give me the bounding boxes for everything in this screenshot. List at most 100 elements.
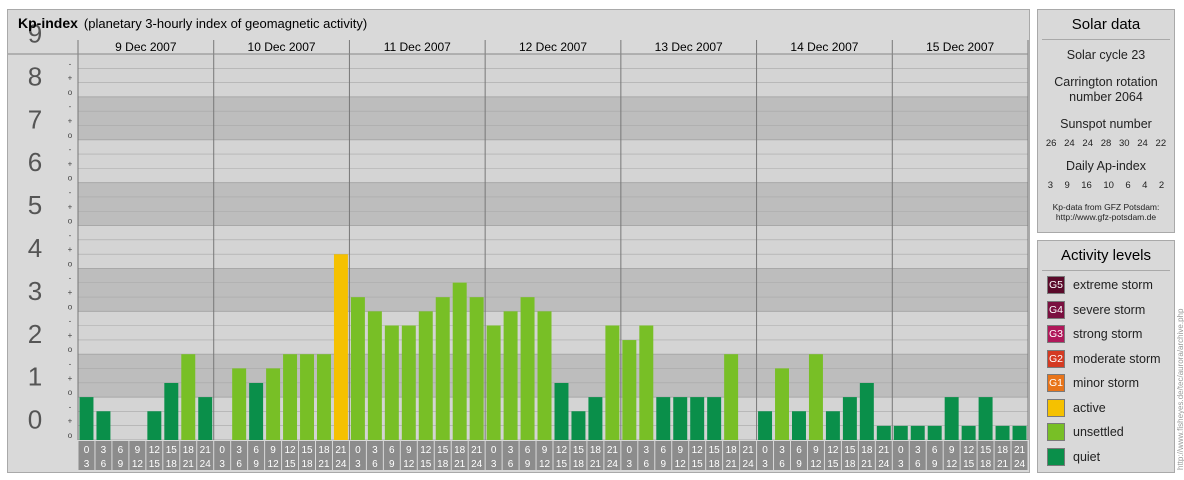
day-label: 15 Dec 2007 [926, 40, 994, 54]
interval-start-label: 12 [149, 445, 161, 456]
y-subtick-label: + [68, 374, 73, 383]
kp-bar [367, 311, 382, 440]
interval-end-label: 3 [219, 459, 225, 470]
interval-end-label: 12 [268, 459, 280, 470]
solar-data-title: Solar data [1042, 14, 1170, 40]
interval-end-label: 3 [84, 459, 90, 470]
kp-bar [147, 411, 162, 440]
chart-subtitle: (planetary 3-hourly index of geomagnetic… [83, 16, 368, 31]
interval-start-label: 18 [183, 445, 195, 456]
kp-bar [418, 311, 433, 440]
legend-swatch [1047, 398, 1065, 417]
kp-band [78, 182, 1028, 226]
day-label: 10 Dec 2007 [248, 40, 316, 54]
interval-start-label: 9 [406, 445, 412, 456]
interval-end-label: 6 [644, 459, 650, 470]
kp-bar [792, 411, 806, 440]
solar-cycle: Solar cycle 23 [1066, 48, 1146, 62]
interval-end-label: 9 [932, 459, 938, 470]
kp-bar [317, 354, 331, 440]
interval-end-label: 18 [166, 459, 178, 470]
interval-end-label: 24 [878, 459, 890, 470]
interval-end-label: 15 [556, 459, 568, 470]
interval-start-label: 15 [980, 445, 992, 456]
interval-start-label: 12 [827, 445, 839, 456]
legend-label: extreme storm [1073, 278, 1153, 292]
sunspot-value: 30 [1118, 138, 1130, 149]
interval-start-label: 3 [101, 445, 107, 456]
kp-bar [232, 368, 247, 440]
interval-end-label: 6 [508, 459, 514, 470]
interval-end-label: 21 [590, 459, 602, 470]
carrington-rotation: Carrington rotation number 2064 [1054, 75, 1158, 104]
interval-end-label: 15 [692, 459, 704, 470]
kp-bar [690, 397, 705, 440]
interval-start-label: 21 [607, 445, 619, 456]
interval-start-label: 6 [932, 445, 938, 456]
interval-start-label: 21 [1014, 445, 1026, 456]
kp-bar [469, 297, 484, 440]
kp-bar [910, 425, 925, 440]
y-subtick-label: - [69, 402, 72, 411]
kp-bar [181, 354, 196, 440]
kp-band [78, 54, 1028, 97]
legend-g2: G2 moderate storm [1047, 349, 1161, 368]
ap-index-values: 3 9 16 10 6 4 2 [1038, 180, 1174, 191]
activity-levels-title: Activity levels [1042, 245, 1170, 271]
interval-end-label: 18 [437, 459, 449, 470]
y-subtick-label: + [68, 245, 73, 254]
day-label: 13 Dec 2007 [655, 40, 723, 54]
interval-start-label: 18 [590, 445, 602, 456]
interval-start-label: 0 [355, 445, 361, 456]
kp-bar [452, 282, 467, 440]
interval-start-label: 6 [660, 445, 666, 456]
y-tick-label: 7 [28, 104, 42, 134]
interval-start-label: 6 [118, 445, 124, 456]
y-subtick-label: + [68, 74, 73, 83]
kp-bar [876, 425, 891, 440]
legend-g5: G5 extreme storm [1047, 276, 1153, 294]
day-label: 9 Dec 2007 [115, 40, 177, 54]
legend-label: active [1073, 400, 1106, 415]
kp-bar [944, 397, 959, 440]
kp-bar [859, 382, 874, 440]
kp-bar [503, 311, 518, 440]
interval-start-label: 3 [915, 445, 921, 456]
sunspot-title: Sunspot number [1060, 117, 1152, 131]
interval-start-label: 21 [743, 445, 755, 456]
legend-swatch: G2 [1047, 349, 1065, 368]
y-subtick-label: o [68, 131, 73, 140]
kp-bar [571, 411, 586, 440]
y-tick-label: 6 [28, 147, 42, 177]
y-tick-label: 3 [28, 276, 42, 306]
interval-start-label: 12 [963, 445, 975, 456]
sunspot-value: 24 [1064, 138, 1075, 149]
kp-band [78, 311, 1028, 355]
interval-end-label: 21 [454, 459, 466, 470]
interval-start-label: 6 [525, 445, 531, 456]
interval-end-label: 9 [253, 459, 259, 470]
interval-start-label: 6 [253, 445, 259, 456]
interval-end-label: 24 [607, 459, 619, 470]
legend-swatch: G3 [1047, 325, 1065, 343]
interval-end-label: 6 [779, 459, 785, 470]
kp-bar [537, 311, 552, 440]
interval-end-label: 21 [861, 459, 873, 470]
y-subtick-label: o [68, 88, 73, 97]
interval-end-label: 21 [726, 459, 738, 470]
y-subtick-label: o [68, 302, 73, 311]
kp-bar [554, 382, 569, 440]
kp-bar [401, 325, 416, 440]
interval-end-label: 24 [743, 459, 755, 470]
y-tick-label: 0 [28, 405, 42, 435]
y-subtick-label: - [69, 188, 72, 197]
day-label: 12 Dec 2007 [519, 40, 587, 54]
y-subtick-label: - [69, 145, 72, 154]
interval-start-label: 15 [573, 445, 585, 456]
interval-start-label: 15 [709, 445, 721, 456]
legend-quiet: quiet [1047, 447, 1100, 466]
kp-bar [656, 397, 671, 440]
kp-bar [350, 297, 365, 440]
kp-bar [927, 425, 942, 440]
kp-bar [978, 397, 993, 440]
